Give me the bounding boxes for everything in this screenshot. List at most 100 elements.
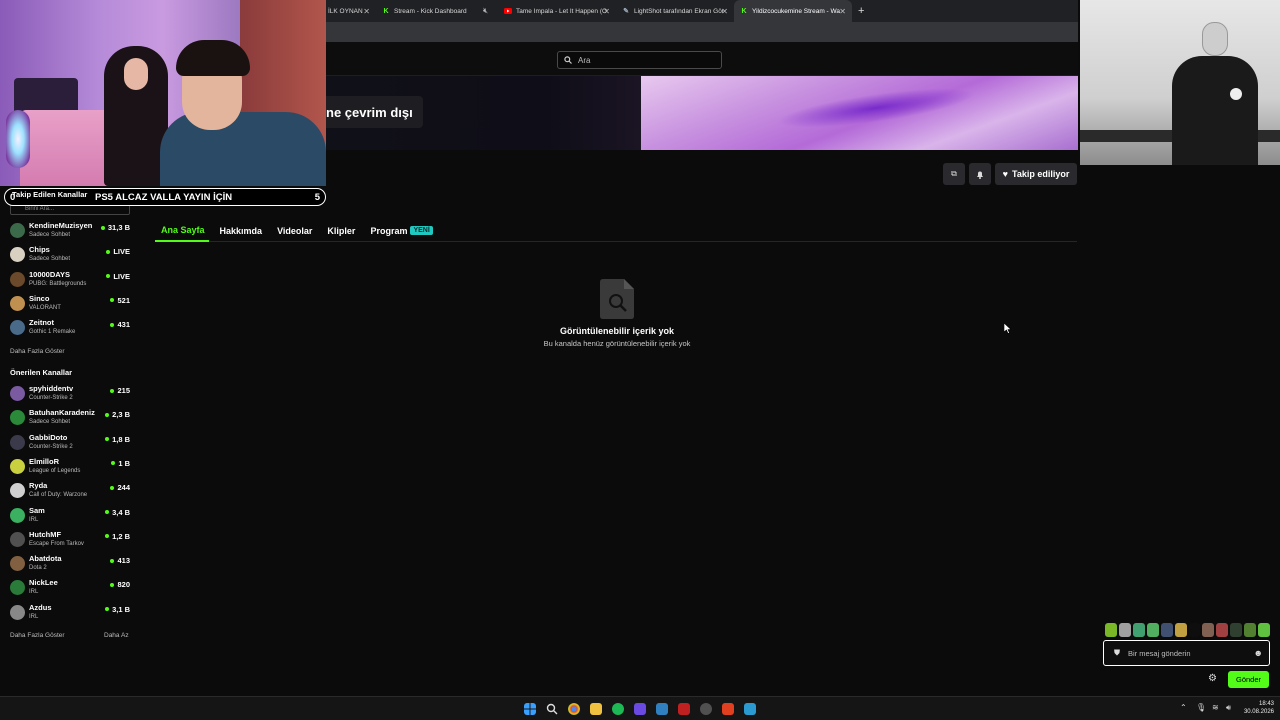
channel-name: GabbiDoto: [29, 432, 68, 442]
sidebar-channel-item[interactable]: BatuhanKaradeniz Sadece Sohbet 2,3 B: [10, 408, 135, 430]
chevron-up-icon[interactable]: ⌃: [1180, 703, 1187, 712]
avatar: [10, 556, 25, 572]
search-icon[interactable]: [546, 703, 558, 715]
viewer-count: 3,4 B: [105, 508, 130, 517]
avatar: [10, 223, 25, 238]
volume-icon[interactable]: 🔊︎: [1226, 703, 1231, 713]
sidebar-channel-item[interactable]: Sinco VALORANT 521: [10, 294, 135, 316]
microphone-icon[interactable]: 🎙︎: [1196, 703, 1206, 712]
telegram-icon[interactable]: [744, 703, 756, 715]
sidebar-channel-item[interactable]: 10000DAYS PUBG: Battlegrounds LIVE: [10, 270, 135, 292]
app-icon[interactable]: [700, 703, 712, 715]
emote-icon[interactable]: [1146, 623, 1159, 637]
windows-start-icon[interactable]: [524, 703, 536, 715]
close-tab-icon[interactable]: ✕: [721, 7, 728, 16]
sidebar-channel-item[interactable]: Azdus IRL 3,1 B: [10, 603, 135, 625]
app-icon[interactable]: [656, 703, 668, 715]
emote-icon[interactable]: [1216, 623, 1229, 637]
channel-name: Sam: [29, 505, 45, 515]
sidebar-channel-item[interactable]: NickLee IRL 820: [10, 578, 135, 600]
emote-icon[interactable]: [1230, 623, 1243, 637]
empty-file-search-icon: [600, 279, 634, 319]
brave-icon[interactable]: [722, 703, 734, 715]
browser-tab-active[interactable]: K Yildizcocukemine Stream - Wa ✕: [734, 0, 852, 22]
sidebar-channel-item[interactable]: GabbiDoto Counter-Strike 2 1,8 B: [10, 433, 135, 455]
live-dot-icon: [105, 510, 110, 514]
tab-label: Tame Impala - Let It Happen (O: [516, 7, 608, 15]
show-more-recommended-link[interactable]: Daha Fazla Göster: [10, 632, 65, 639]
emote-icon[interactable]: [1132, 623, 1145, 637]
emoji-icon[interactable]: ☻: [1254, 648, 1263, 658]
channel-category: Counter-Strike 2: [29, 443, 73, 450]
mute-tab-icon[interactable]: 🔇︎: [483, 6, 488, 16]
pen-favicon-icon: ✎: [623, 8, 629, 15]
emote-icon[interactable]: [1174, 623, 1187, 637]
browser-tab[interactable]: İLK OYNAN ✕: [326, 0, 376, 22]
emote-icon[interactable]: [1188, 623, 1201, 637]
tab-clips[interactable]: Klipler: [321, 220, 355, 242]
browser-tab[interactable]: ✎ LightShot tarafından Ekran Gör ✕: [616, 0, 734, 22]
emote-icon[interactable]: [1244, 623, 1257, 637]
search-input[interactable]: Ara: [557, 51, 722, 69]
show-more-followed-link[interactable]: Daha Fazla Göster: [10, 348, 65, 355]
notification-button[interactable]: [969, 163, 991, 185]
sidebar-channel-item[interactable]: ElmilloR League of Legends 1 B: [10, 457, 135, 479]
sidebar-channel-item[interactable]: Sam IRL 3,4 B: [10, 506, 135, 528]
tab-home[interactable]: Ana Sayfa: [155, 220, 209, 242]
avatar: [10, 386, 25, 401]
close-tab-icon[interactable]: ✕: [603, 7, 610, 16]
live-dot-icon: [105, 437, 110, 442]
app-icon[interactable]: [678, 703, 690, 715]
overlay-title: PS5 ALCAZ VALLA YAYIN İÇİN: [95, 191, 233, 203]
channel-category: Sadece Sohbet: [29, 256, 71, 263]
live-dot-icon: [105, 534, 110, 539]
tab-videos[interactable]: Videolar: [271, 220, 312, 242]
browser-tab[interactable]: K Stream - Kick Dashboard 🔇︎: [376, 0, 494, 22]
sidebar-channel-item[interactable]: spyhiddentv Counter-Strike 2 215: [10, 384, 135, 406]
avatar: [10, 247, 25, 263]
show-less-link[interactable]: Daha Az: [104, 632, 129, 639]
share-button[interactable]: ⧉: [943, 163, 965, 185]
emote-icon[interactable]: [1160, 623, 1173, 637]
browser-tab[interactable]: Tame Impala - Let It Happen (O ✕: [498, 0, 616, 22]
channel-name: 10000DAYS: [29, 269, 71, 279]
viewer-count-value: 431: [117, 320, 130, 330]
tab-about[interactable]: Hakkımda: [214, 220, 263, 242]
emote-icon[interactable]: [1258, 623, 1271, 637]
emote-icon[interactable]: [1202, 623, 1215, 637]
sidebar-channel-item[interactable]: KendineMuzisyen Sadece Sohbet 31,3 B: [10, 221, 135, 243]
channel-name: ElmilloR: [29, 456, 60, 466]
live-dot-icon: [110, 558, 115, 563]
chat-settings-gear-icon[interactable]: ⚙: [1208, 673, 1217, 684]
spotify-icon[interactable]: [612, 703, 624, 715]
emote-icon[interactable]: [1105, 623, 1117, 637]
tab-schedule[interactable]: Program YENİ: [364, 220, 433, 242]
send-button[interactable]: Gönder: [1228, 671, 1269, 688]
viewer-count-value: 31,3 B: [107, 223, 130, 232]
follow-button[interactable]: ♥ Takip ediliyor: [995, 163, 1077, 185]
app-icon[interactable]: [634, 703, 646, 715]
new-tab-button[interactable]: +: [858, 5, 864, 17]
chrome-icon[interactable]: [568, 703, 580, 715]
sidebar-channel-item[interactable]: Zeitnot Gothic 1 Remake 431: [10, 318, 135, 340]
address-bar[interactable]: [326, 22, 1078, 42]
chat-placeholder: Bir mesaj gönderin: [1128, 648, 1191, 658]
viewer-count-value: 2,3 B: [112, 410, 130, 420]
close-tab-icon[interactable]: ✕: [839, 7, 846, 16]
emote-icon[interactable]: [1118, 623, 1131, 637]
sidebar-channel-item[interactable]: Chips Sadece Sohbet LIVE: [10, 245, 135, 267]
chat-message-input[interactable]: ⛊ Bir mesaj gönderin ☻: [1103, 640, 1270, 666]
sidebar-channel-item[interactable]: Abatdota Dota 2 413: [10, 554, 135, 576]
clock-time: 18:43: [1258, 701, 1274, 707]
tab-label: İLK OYNAN: [328, 7, 363, 15]
live-dot-icon: [110, 485, 115, 490]
sidebar-channel-item[interactable]: HutchMF Escape From Tarkov 1,2 B: [10, 530, 135, 552]
clock[interactable]: 18:43 30.08.2026: [1244, 700, 1274, 716]
channel-name: KendineMuzisyen: [29, 221, 93, 230]
sidebar-channel-item[interactable]: Ryda Call of Duty: Warzone 244: [10, 481, 135, 503]
live-dot-icon: [110, 582, 115, 587]
file-explorer-icon[interactable]: [590, 703, 602, 715]
tab-label: Stream - Kick Dashboard: [394, 7, 467, 15]
wifi-icon[interactable]: ≋: [1212, 703, 1219, 712]
close-tab-icon[interactable]: ✕: [363, 7, 370, 16]
